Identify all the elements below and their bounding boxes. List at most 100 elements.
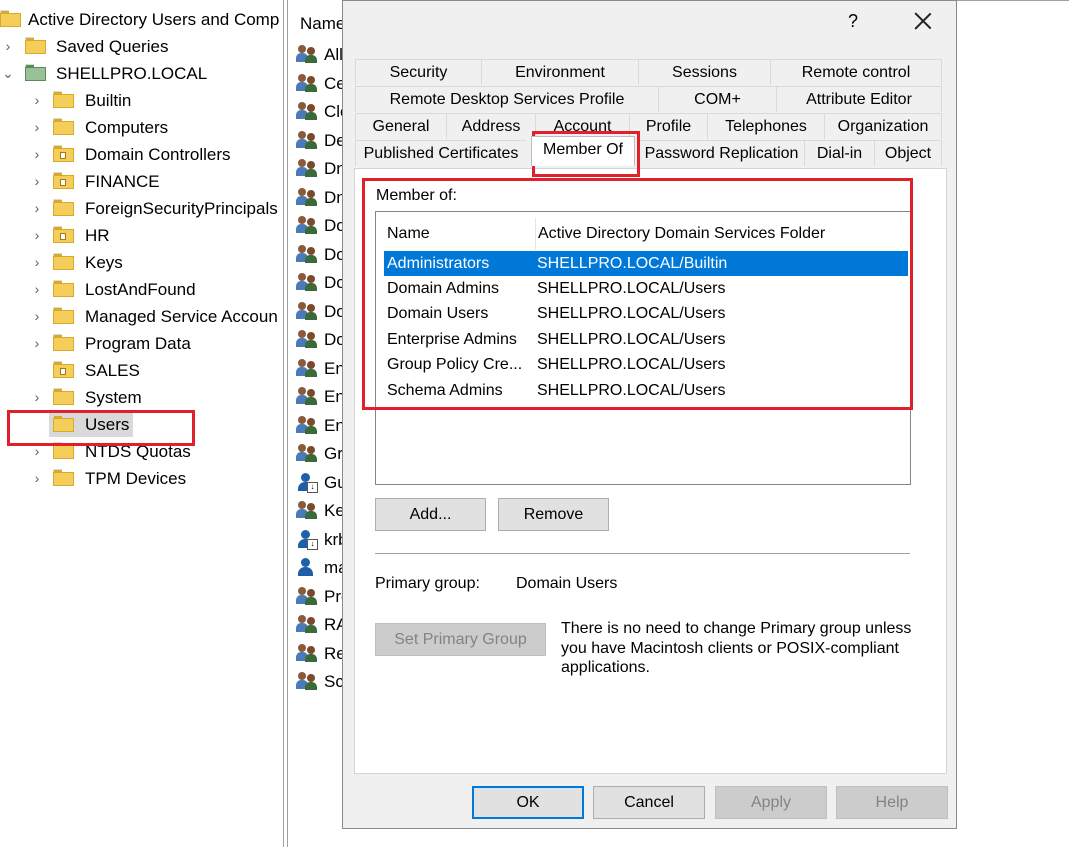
tab-published-certificates[interactable]: Published Certificates bbox=[355, 140, 526, 166]
folder-icon bbox=[25, 37, 46, 54]
group-icon bbox=[296, 215, 318, 235]
tab-organization[interactable]: Organization bbox=[824, 113, 942, 139]
table-row[interactable]: Group Policy Cre... SHELLPRO.LOCAL/Users bbox=[384, 352, 908, 377]
ou-folder-icon bbox=[53, 361, 74, 378]
chevron-right-icon[interactable]: › bbox=[1, 33, 15, 60]
folder-icon bbox=[53, 388, 74, 405]
chevron-right-icon[interactable]: › bbox=[30, 330, 44, 357]
folder-icon bbox=[53, 253, 74, 270]
column-header-name[interactable]: Name bbox=[384, 217, 535, 251]
tab-telephones[interactable]: Telephones bbox=[707, 113, 824, 139]
tab-object[interactable]: Object bbox=[874, 140, 942, 166]
tree-root-label: Active Directory Users and Comp bbox=[28, 10, 280, 29]
tab-remote-control[interactable]: Remote control bbox=[770, 59, 942, 85]
folder-icon bbox=[53, 442, 74, 459]
folder-icon bbox=[53, 280, 74, 297]
tab-dial-in[interactable]: Dial-in bbox=[804, 140, 874, 166]
group-icon bbox=[296, 329, 318, 349]
chevron-right-icon[interactable]: › bbox=[30, 114, 44, 141]
group-icon bbox=[296, 44, 318, 64]
close-icon[interactable] bbox=[911, 9, 935, 33]
tab-environment[interactable]: Environment bbox=[481, 59, 638, 85]
table-row[interactable]: Enterprise Admins SHELLPRO.LOCAL/Users bbox=[384, 327, 908, 352]
table-row[interactable]: Schema Admins SHELLPRO.LOCAL/Users bbox=[384, 378, 908, 403]
ok-button[interactable]: OK bbox=[472, 786, 584, 819]
folder-icon bbox=[53, 91, 74, 108]
folder-icon bbox=[53, 415, 74, 432]
properties-dialog: ? Security Environment Sessions Remote c… bbox=[342, 0, 957, 829]
chevron-right-icon[interactable]: › bbox=[30, 438, 44, 465]
set-primary-group-button[interactable]: Set Primary Group bbox=[375, 623, 546, 656]
tab-attribute-editor[interactable]: Attribute Editor bbox=[776, 86, 942, 112]
tab-address[interactable]: Address bbox=[446, 113, 535, 139]
group-icon bbox=[296, 500, 318, 520]
group-icon bbox=[296, 73, 318, 93]
group-icon bbox=[296, 130, 318, 150]
group-icon bbox=[296, 443, 318, 463]
group-icon bbox=[296, 586, 318, 606]
group-icon bbox=[296, 272, 318, 292]
folder-icon bbox=[53, 199, 74, 216]
group-icon bbox=[296, 187, 318, 207]
folder-icon bbox=[53, 118, 74, 135]
group-icon bbox=[296, 415, 318, 435]
add-button[interactable]: Add... bbox=[375, 498, 486, 531]
group-icon bbox=[296, 158, 318, 178]
list-header: Name Active Directory Domain Services Fo… bbox=[384, 217, 902, 251]
domain-icon bbox=[25, 64, 46, 81]
chevron-right-icon[interactable]: › bbox=[30, 168, 44, 195]
folder-icon bbox=[53, 469, 74, 486]
folder-icon bbox=[53, 307, 74, 324]
table-row[interactable]: Domain Admins SHELLPRO.LOCAL/Users bbox=[384, 276, 908, 301]
tab-general[interactable]: General bbox=[355, 113, 446, 139]
chevron-right-icon[interactable]: › bbox=[30, 87, 44, 114]
help-button[interactable]: Help bbox=[836, 786, 948, 819]
ou-folder-icon bbox=[53, 226, 74, 243]
tab-profile[interactable]: Profile bbox=[629, 113, 707, 139]
chevron-right-icon[interactable]: › bbox=[30, 465, 44, 492]
object-list: Name All Ce Clo De Dn Dn Do Do Do Do Do … bbox=[287, 0, 348, 847]
chevron-right-icon[interactable]: › bbox=[30, 276, 44, 303]
disabled-user-icon: ↓ bbox=[296, 529, 318, 550]
tab-security[interactable]: Security bbox=[355, 59, 481, 85]
ou-folder-icon bbox=[53, 172, 74, 189]
primary-group-value: Domain Users bbox=[516, 575, 618, 592]
chevron-right-icon[interactable]: › bbox=[30, 249, 44, 276]
table-row[interactable]: Domain Users SHELLPRO.LOCAL/Users bbox=[384, 301, 908, 326]
group-icon bbox=[296, 671, 318, 691]
chevron-right-icon[interactable]: › bbox=[30, 303, 44, 330]
member-of-list[interactable]: Name Active Directory Domain Services Fo… bbox=[375, 211, 911, 485]
window-edge bbox=[957, 0, 1069, 1]
name-column-header[interactable]: Name bbox=[300, 10, 345, 38]
remove-button[interactable]: Remove bbox=[498, 498, 609, 531]
tab-com-plus[interactable]: COM+ bbox=[658, 86, 776, 112]
help-icon[interactable]: ? bbox=[843, 9, 863, 33]
console-tree: Active Directory Users and Comp › Saved … bbox=[0, 0, 284, 847]
tab-member-of[interactable]: Member Of bbox=[531, 136, 635, 166]
chevron-right-icon[interactable]: › bbox=[30, 195, 44, 222]
chevron-down-icon[interactable]: ⌄ bbox=[1, 60, 15, 87]
group-icon bbox=[296, 358, 318, 378]
cancel-button[interactable]: Cancel bbox=[593, 786, 705, 819]
snapin-icon bbox=[0, 10, 21, 27]
group-icon bbox=[296, 643, 318, 663]
ou-folder-icon bbox=[53, 145, 74, 162]
group-icon bbox=[296, 301, 318, 321]
group-icon bbox=[296, 101, 318, 121]
chevron-right-icon[interactable]: › bbox=[30, 141, 44, 168]
column-header-folder[interactable]: Active Directory Domain Services Folder bbox=[535, 217, 902, 251]
tab-sessions[interactable]: Sessions bbox=[638, 59, 770, 85]
folder-icon bbox=[53, 334, 74, 351]
apply-button[interactable]: Apply bbox=[715, 786, 827, 819]
primary-group-label: Primary group: bbox=[375, 575, 480, 592]
group-icon bbox=[296, 244, 318, 264]
tab-password-replication[interactable]: Password Replication bbox=[638, 140, 804, 166]
chevron-right-icon[interactable]: › bbox=[30, 384, 44, 411]
group-icon bbox=[296, 386, 318, 406]
disabled-user-icon: ↓ bbox=[296, 472, 318, 493]
chevron-right-icon[interactable]: › bbox=[30, 222, 44, 249]
table-row[interactable]: Administrators SHELLPRO.LOCAL/Builtin bbox=[384, 251, 908, 276]
tab-remote-desktop-services-profile[interactable]: Remote Desktop Services Profile bbox=[355, 86, 658, 112]
divider bbox=[375, 553, 910, 554]
primary-group-note: There is no need to change Primary group… bbox=[561, 620, 912, 676]
